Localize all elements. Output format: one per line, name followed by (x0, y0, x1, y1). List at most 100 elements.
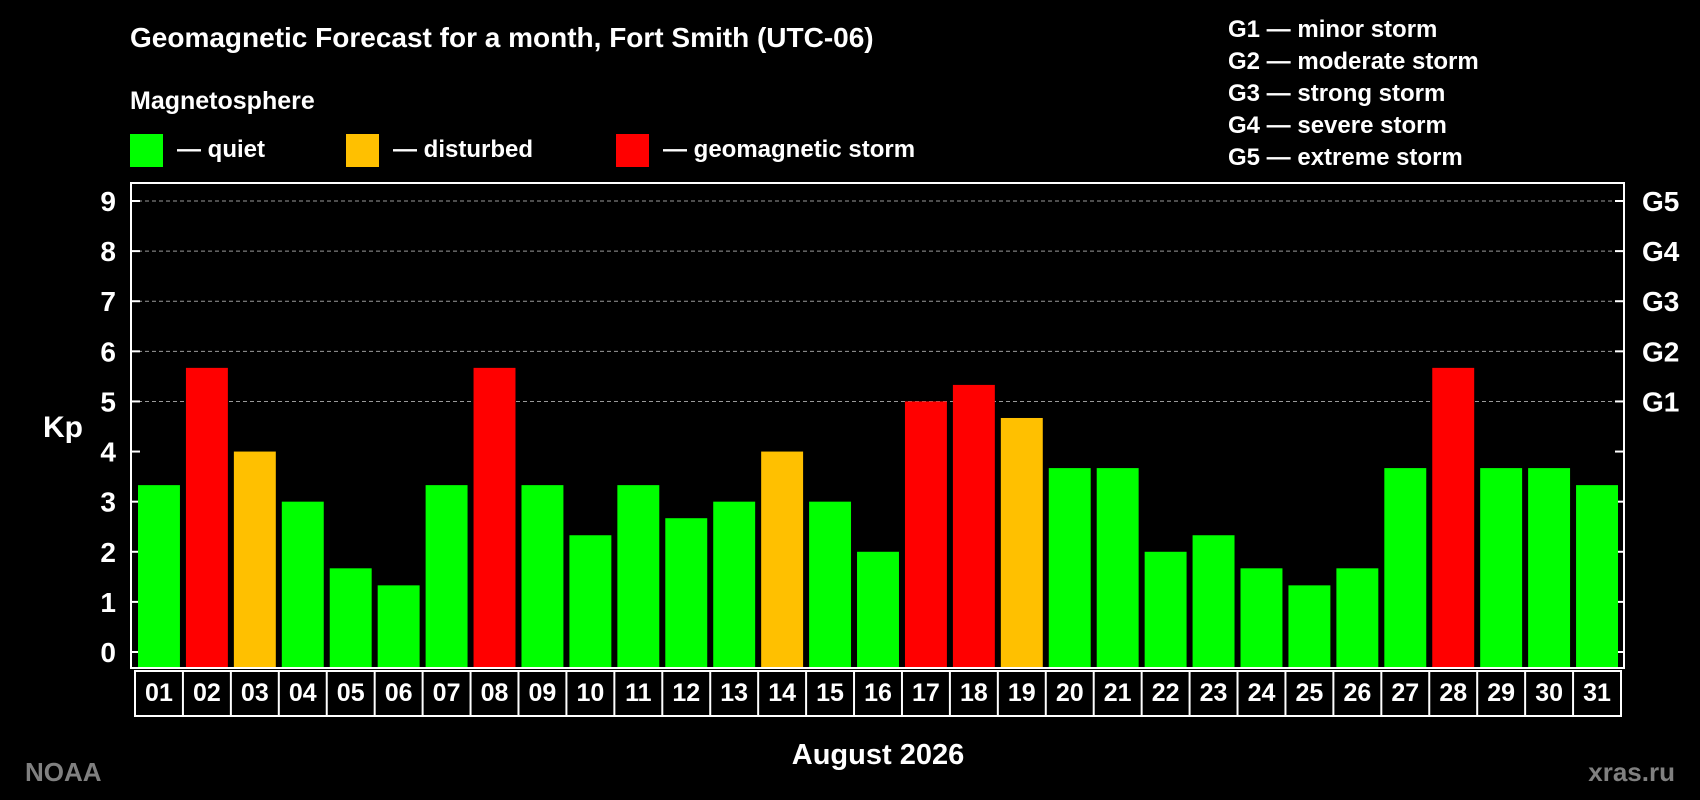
storm-axis-label: G5 (1642, 186, 1679, 217)
bar-22 (1144, 551, 1187, 667)
legend-quiet: — quiet (130, 134, 265, 167)
x-tick-label: 16 (864, 679, 892, 707)
x-tick-label: 10 (576, 679, 604, 707)
x-tick-label: 15 (816, 679, 844, 707)
y-tick-label: 8 (100, 236, 116, 267)
bar-11 (617, 485, 660, 667)
bar-03 (233, 451, 276, 667)
y-tick-label: 3 (100, 487, 116, 518)
bar-01 (138, 485, 180, 667)
legend-label-storm: — geomagnetic storm (663, 136, 915, 163)
x-tick-label: 23 (1200, 679, 1228, 707)
x-tick-label: 28 (1439, 679, 1467, 707)
bar-12 (665, 518, 708, 667)
x-tick-label: 02 (193, 679, 221, 707)
x-tick-label: 05 (337, 679, 365, 707)
x-tick-label: 01 (145, 679, 173, 707)
footer-site: xras.ru (1588, 757, 1675, 787)
bar-30 (1528, 468, 1571, 667)
bar-17 (904, 401, 947, 667)
y-tick-label: 5 (100, 386, 116, 417)
x-tick-label: 26 (1343, 679, 1371, 707)
x-tick-label: 06 (385, 679, 413, 707)
x-tick-label: 21 (1104, 679, 1132, 707)
y-tick-label: 1 (100, 587, 116, 618)
bar-31 (1576, 485, 1618, 667)
bar-05 (329, 568, 372, 667)
x-tick-label: 09 (529, 679, 557, 707)
legend-label-disturbed: — disturbed (393, 136, 533, 163)
x-tick-label: 04 (289, 679, 317, 707)
storm-axis: G1 G2 G3 G4 G5 (1642, 186, 1680, 417)
bar-10 (569, 535, 612, 667)
legend-swatch-disturbed (346, 134, 379, 167)
bar-26 (1336, 568, 1379, 667)
bar-29 (1480, 468, 1523, 667)
scale-g5: G5 — extreme storm (1228, 144, 1463, 171)
x-tick-label: 25 (1296, 679, 1324, 707)
x-tick-label: 11 (625, 679, 652, 707)
storm-axis-label: G1 (1642, 386, 1679, 417)
storm-axis-label: G2 (1642, 336, 1679, 367)
bar-19 (1000, 417, 1043, 667)
footer-source: NOAA (25, 757, 102, 787)
bar-21 (1096, 468, 1139, 667)
x-tick-label: 08 (481, 679, 509, 707)
bar-27 (1384, 468, 1427, 667)
bar-13 (713, 501, 756, 667)
legend-storm: — geomagnetic storm (616, 134, 915, 167)
x-tick-label: 03 (241, 679, 269, 707)
legend-swatch-storm (616, 134, 649, 167)
grid-lines (131, 200, 1624, 402)
x-axis: 01 02 03 04 05 06 07 08 09 10 11 12 13 14 15 16 17 18 19 20… (134, 670, 1622, 717)
scale-g3: G3 — strong storm (1228, 80, 1445, 107)
legend-swatch-quiet (130, 134, 163, 167)
x-tick-label: 19 (1008, 679, 1036, 707)
x-tick-label: 17 (912, 679, 940, 707)
bar-15 (809, 501, 852, 667)
y-tick-label: 7 (100, 286, 116, 317)
x-axis-label: August 2026 (792, 739, 964, 771)
x-tick-label: 24 (1248, 679, 1276, 707)
bar-20 (1048, 468, 1091, 667)
y-axis-label: Kp (43, 411, 83, 444)
bar-25 (1288, 585, 1331, 667)
bar-16 (857, 551, 899, 667)
storm-axis-label: G3 (1642, 286, 1679, 317)
legend-label-quiet: — quiet (177, 136, 265, 163)
y-tick-label: 4 (100, 437, 116, 468)
legend-heading: Magnetosphere (130, 87, 315, 115)
x-tick-label: 14 (768, 679, 796, 707)
bar-06 (377, 585, 420, 667)
x-tick-label: 27 (1391, 679, 1419, 707)
bar-24 (1240, 568, 1283, 667)
chart-title: Geomagnetic Forecast for a month, Fort S… (130, 22, 874, 53)
bar-14 (761, 451, 804, 667)
x-tick-label: 12 (672, 679, 700, 707)
x-tick-label: 13 (720, 679, 748, 707)
y-tick-label: 6 (100, 336, 116, 367)
y-tick-label: 0 (100, 637, 116, 668)
bar-09 (521, 485, 564, 667)
x-tick-label: 30 (1535, 679, 1563, 707)
bar-23 (1192, 535, 1235, 667)
bar-02 (185, 367, 228, 667)
scale-g2: G2 — moderate storm (1228, 48, 1479, 75)
y-tick-label: 2 (100, 537, 116, 568)
storm-axis-label: G4 (1642, 236, 1680, 267)
bar-28 (1432, 367, 1475, 667)
x-tick-label: 22 (1152, 679, 1180, 707)
bar-08 (473, 367, 516, 667)
bar-04 (281, 501, 324, 667)
x-tick-label: 07 (433, 679, 461, 707)
scale-g1: G1 — minor storm (1228, 16, 1437, 43)
kp-chart: Geomagnetic Forecast for a month, Fort S… (25, 16, 1680, 787)
x-tick-label: 18 (960, 679, 988, 707)
bars (138, 367, 1618, 667)
x-tick-label: 29 (1487, 679, 1515, 707)
bar-18 (952, 384, 995, 667)
legend-disturbed: — disturbed (346, 134, 533, 167)
y-tick-label: 9 (100, 186, 116, 217)
x-tick-label: 20 (1056, 679, 1084, 707)
scale-g4: G4 — severe storm (1228, 112, 1447, 139)
